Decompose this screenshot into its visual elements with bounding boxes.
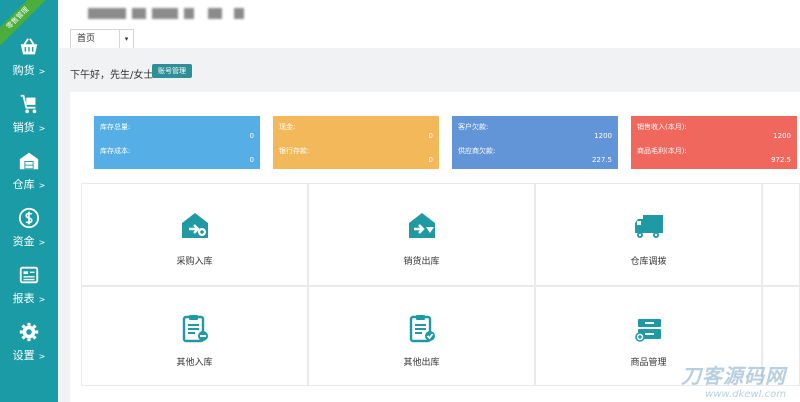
sidebar-item-label: 设置 (12, 349, 35, 362)
sidebar-item-label: 销货 (12, 121, 35, 134)
sidebar-item-label: 报表 (12, 292, 35, 305)
sales-out-icon (408, 213, 435, 238)
watermark: 刀客源码网 www.dkewl.com (681, 364, 786, 400)
sidebar-item-settings[interactable]: 设置 > (0, 321, 58, 377)
tile-purchase-in[interactable]: 采购入库 (81, 183, 308, 286)
warehouse-icon (19, 152, 39, 170)
sidebar-item-label: 仓库 (12, 178, 35, 191)
greeting-text: 下午好，先生/女士 (70, 70, 154, 81)
sidebar-item-warehouse[interactable]: 仓库 > (0, 150, 58, 206)
sidebar-item-purchase[interactable]: 购货 > (0, 36, 58, 92)
report-icon (19, 266, 39, 284)
sidebar: 零售管理 购货 > 销货 > 仓库 > 资金 > 报表 > 设置 > (0, 0, 58, 402)
stat-card-revenue: 销售收入(本月): 1200 商品毛利(本月): 972.5 (631, 116, 797, 169)
sidebar-item-funds[interactable]: 资金 > (0, 207, 58, 263)
blurred-title (184, 8, 194, 19)
account-manage-button[interactable]: 账号管理 (152, 64, 192, 78)
stat-card-debts: 客户欠款: 1200 供应商欠款: 227.5 (452, 116, 618, 169)
blurred-title (132, 8, 146, 19)
tile-label: 仓库调拨 (630, 257, 667, 267)
gear-icon (19, 322, 39, 342)
product-icon (634, 319, 661, 342)
stat-card-cash: 现金: 0 银行存款: 0 (273, 116, 439, 169)
tile-sales-out[interactable]: 销货出库 (308, 183, 535, 286)
tile-partial (762, 183, 800, 286)
blurred-title (88, 8, 126, 19)
coin-icon (18, 207, 40, 229)
tile-label: 其他出库 (403, 358, 440, 368)
sidebar-item-sales[interactable]: 销货 > (0, 93, 58, 149)
clipboard-in-icon (182, 315, 208, 343)
basket-icon (20, 38, 38, 55)
sidebar-item-label: 资金 (12, 235, 35, 248)
tile-warehouse-transfer[interactable]: 仓库调拨 (535, 183, 762, 286)
tile-other-out[interactable]: 其他出库 (308, 286, 535, 386)
blurred-title (208, 8, 222, 19)
tile-label: 采购入库 (176, 257, 213, 267)
truck-icon (634, 215, 663, 238)
tile-label: 其他入库 (176, 358, 213, 368)
blurred-title (234, 8, 244, 19)
tile-label: 销货出库 (403, 257, 440, 267)
purchase-in-icon (181, 213, 208, 238)
blurred-title (152, 8, 178, 19)
clipboard-out-icon (409, 315, 435, 343)
tab-home[interactable]: 首页 (70, 29, 120, 48)
tab-dropdown[interactable]: ▾ (120, 29, 134, 48)
stat-card-inventory: 库存总量: 0 库存成本: 0 (94, 116, 260, 169)
sidebar-item-label: 购货 (12, 64, 35, 77)
tile-other-in[interactable]: 其他入库 (81, 286, 308, 386)
tab-bar: 首页 ▾ (58, 29, 800, 48)
sidebar-item-reports[interactable]: 报表 > (0, 264, 58, 320)
cart-icon (20, 94, 37, 114)
